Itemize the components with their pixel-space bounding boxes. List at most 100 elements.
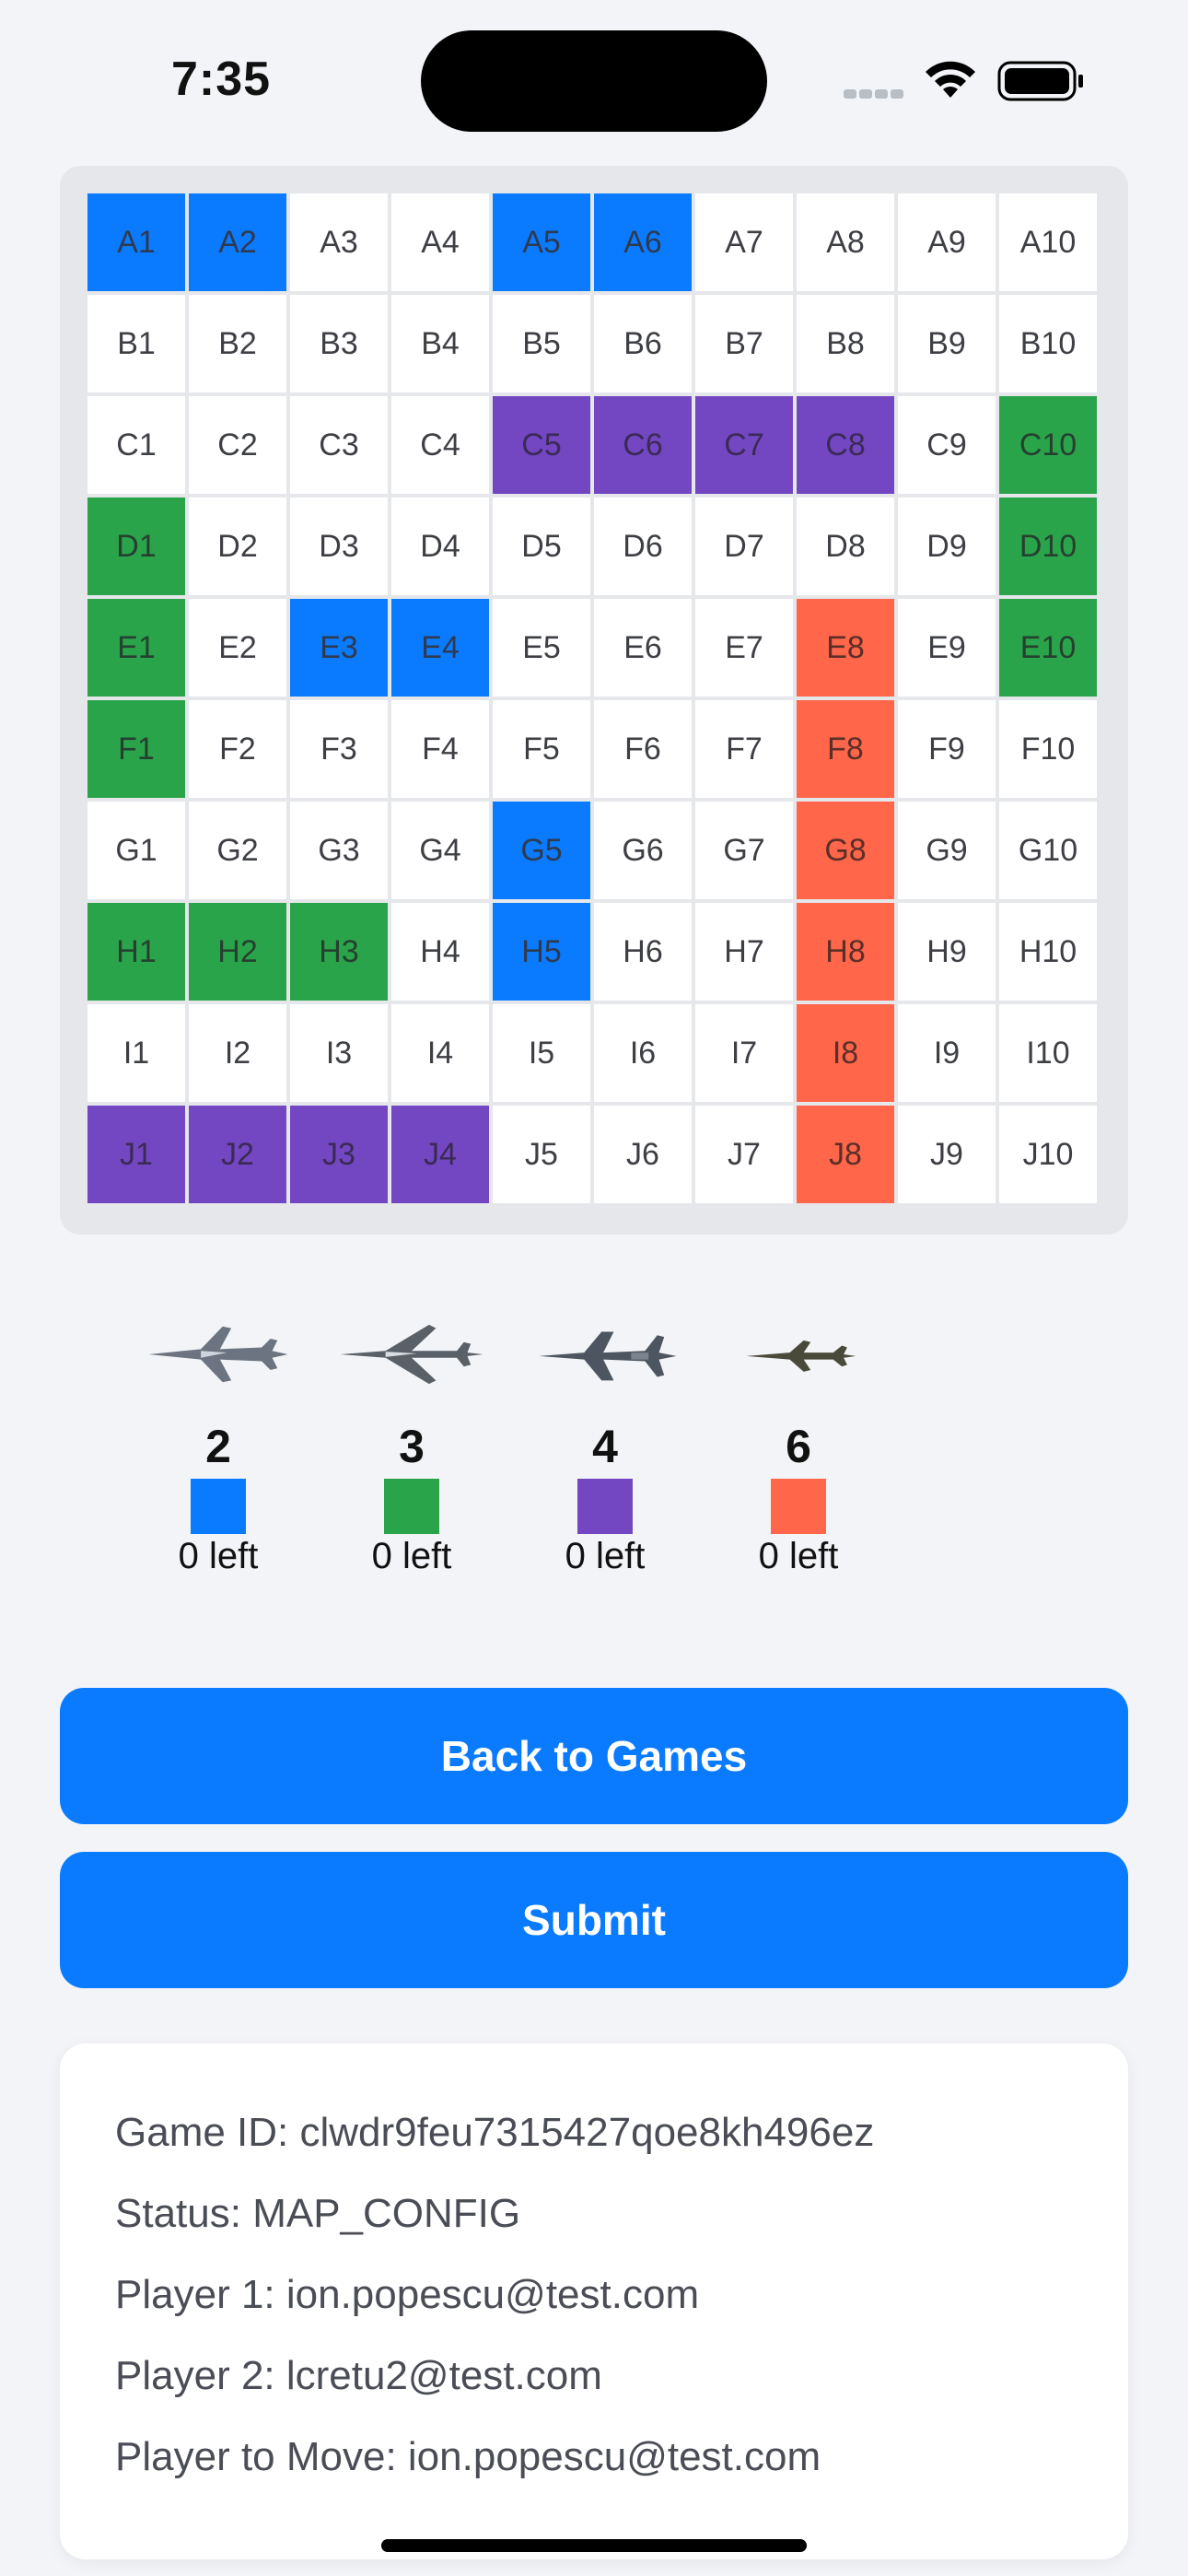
board-cell-g8[interactable]: G8 (797, 802, 894, 899)
board-cell-d4[interactable]: D4 (391, 498, 489, 595)
board-cell-b10[interactable]: B10 (999, 295, 1097, 392)
board-cell-h1[interactable]: H1 (87, 903, 185, 1001)
board-cell-b7[interactable]: B7 (695, 295, 793, 392)
board-cell-f8[interactable]: F8 (797, 700, 894, 798)
board-cell-f7[interactable]: F7 (695, 700, 793, 798)
board-cell-j5[interactable]: J5 (493, 1106, 590, 1203)
board-cell-d5[interactable]: D5 (493, 498, 590, 595)
board-cell-e3[interactable]: E3 (290, 599, 388, 697)
board-cell-i7[interactable]: I7 (695, 1004, 793, 1102)
board-cell-a4[interactable]: A4 (391, 193, 489, 291)
board-cell-c3[interactable]: C3 (290, 396, 388, 494)
board-cell-h8[interactable]: H8 (797, 903, 894, 1001)
board-cell-b2[interactable]: B2 (189, 295, 286, 392)
board-cell-j9[interactable]: J9 (898, 1106, 996, 1203)
board-cell-i9[interactable]: I9 (898, 1004, 996, 1102)
board-cell-b3[interactable]: B3 (290, 295, 388, 392)
board-cell-d1[interactable]: D1 (87, 498, 185, 595)
board-cell-d3[interactable]: D3 (290, 498, 388, 595)
board-cell-c1[interactable]: C1 (87, 396, 185, 494)
board-cell-h7[interactable]: H7 (695, 903, 793, 1001)
board-cell-i5[interactable]: I5 (493, 1004, 590, 1102)
board-cell-b9[interactable]: B9 (898, 295, 996, 392)
board-cell-b4[interactable]: B4 (391, 295, 489, 392)
board-cell-b6[interactable]: B6 (594, 295, 692, 392)
board-cell-d2[interactable]: D2 (189, 498, 286, 595)
board-cell-f4[interactable]: F4 (391, 700, 489, 798)
board-cell-f9[interactable]: F9 (898, 700, 996, 798)
board-cell-d8[interactable]: D8 (797, 498, 894, 595)
board-cell-e10[interactable]: E10 (999, 599, 1097, 697)
board-cell-a6[interactable]: A6 (594, 193, 692, 291)
board-cell-i10[interactable]: I10 (999, 1004, 1097, 1102)
board-cell-a5[interactable]: A5 (493, 193, 590, 291)
board-cell-g10[interactable]: G10 (999, 802, 1097, 899)
board-cell-f3[interactable]: F3 (290, 700, 388, 798)
board-cell-i6[interactable]: I6 (594, 1004, 692, 1102)
board-cell-a7[interactable]: A7 (695, 193, 793, 291)
board-cell-d10[interactable]: D10 (999, 498, 1097, 595)
board-cell-d6[interactable]: D6 (594, 498, 692, 595)
board-cell-a2[interactable]: A2 (189, 193, 286, 291)
board-cell-h9[interactable]: H9 (898, 903, 996, 1001)
board-cell-e5[interactable]: E5 (493, 599, 590, 697)
board-cell-e2[interactable]: E2 (189, 599, 286, 697)
board-cell-g7[interactable]: G7 (695, 802, 793, 899)
board-cell-e4[interactable]: E4 (391, 599, 489, 697)
board-cell-j7[interactable]: J7 (695, 1106, 793, 1203)
board-cell-f5[interactable]: F5 (493, 700, 590, 798)
board-cell-e1[interactable]: E1 (87, 599, 185, 697)
board-cell-a8[interactable]: A8 (797, 193, 894, 291)
board-cell-b1[interactable]: B1 (87, 295, 185, 392)
board-cell-d7[interactable]: D7 (695, 498, 793, 595)
board-cell-f1[interactable]: F1 (87, 700, 185, 798)
board-cell-h5[interactable]: H5 (493, 903, 590, 1001)
board-cell-h6[interactable]: H6 (594, 903, 692, 1001)
board-cell-b5[interactable]: B5 (493, 295, 590, 392)
board-cell-g5[interactable]: G5 (493, 802, 590, 899)
board-cell-i8[interactable]: I8 (797, 1004, 894, 1102)
board-cell-f6[interactable]: F6 (594, 700, 692, 798)
board-cell-h2[interactable]: H2 (189, 903, 286, 1001)
board-cell-a1[interactable]: A1 (87, 193, 185, 291)
board-cell-h4[interactable]: H4 (391, 903, 489, 1001)
board-cell-d9[interactable]: D9 (898, 498, 996, 595)
board-cell-g3[interactable]: G3 (290, 802, 388, 899)
board-cell-i3[interactable]: I3 (290, 1004, 388, 1102)
board-cell-j10[interactable]: J10 (999, 1106, 1097, 1203)
board-cell-c8[interactable]: C8 (797, 396, 894, 494)
board-cell-g4[interactable]: G4 (391, 802, 489, 899)
board-cell-j3[interactable]: J3 (290, 1106, 388, 1203)
board-cell-g1[interactable]: G1 (87, 802, 185, 899)
board-cell-f10[interactable]: F10 (999, 700, 1097, 798)
board-cell-c4[interactable]: C4 (391, 396, 489, 494)
board-cell-e7[interactable]: E7 (695, 599, 793, 697)
back-to-games-button[interactable]: Back to Games (60, 1688, 1128, 1824)
board-cell-c6[interactable]: C6 (594, 396, 692, 494)
board-cell-g9[interactable]: G9 (898, 802, 996, 899)
submit-button[interactable]: Submit (60, 1852, 1128, 1988)
board-cell-i4[interactable]: I4 (391, 1004, 489, 1102)
board-cell-f2[interactable]: F2 (189, 700, 286, 798)
board-cell-j2[interactable]: J2 (189, 1106, 286, 1203)
board-cell-h3[interactable]: H3 (290, 903, 388, 1001)
board-cell-a9[interactable]: A9 (898, 193, 996, 291)
board-cell-c5[interactable]: C5 (493, 396, 590, 494)
board-cell-e8[interactable]: E8 (797, 599, 894, 697)
board-cell-j6[interactable]: J6 (594, 1106, 692, 1203)
board-cell-e9[interactable]: E9 (898, 599, 996, 697)
board-cell-j1[interactable]: J1 (87, 1106, 185, 1203)
board-cell-a3[interactable]: A3 (290, 193, 388, 291)
board-cell-g2[interactable]: G2 (189, 802, 286, 899)
board-cell-c2[interactable]: C2 (189, 396, 286, 494)
board-cell-c10[interactable]: C10 (999, 396, 1097, 494)
board-cell-g6[interactable]: G6 (594, 802, 692, 899)
board-cell-j4[interactable]: J4 (391, 1106, 489, 1203)
board-cell-j8[interactable]: J8 (797, 1106, 894, 1203)
board-cell-c9[interactable]: C9 (898, 396, 996, 494)
board-cell-e6[interactable]: E6 (594, 599, 692, 697)
board-cell-i1[interactable]: I1 (87, 1004, 185, 1102)
board-cell-i2[interactable]: I2 (189, 1004, 286, 1102)
board-cell-c7[interactable]: C7 (695, 396, 793, 494)
board-cell-b8[interactable]: B8 (797, 295, 894, 392)
